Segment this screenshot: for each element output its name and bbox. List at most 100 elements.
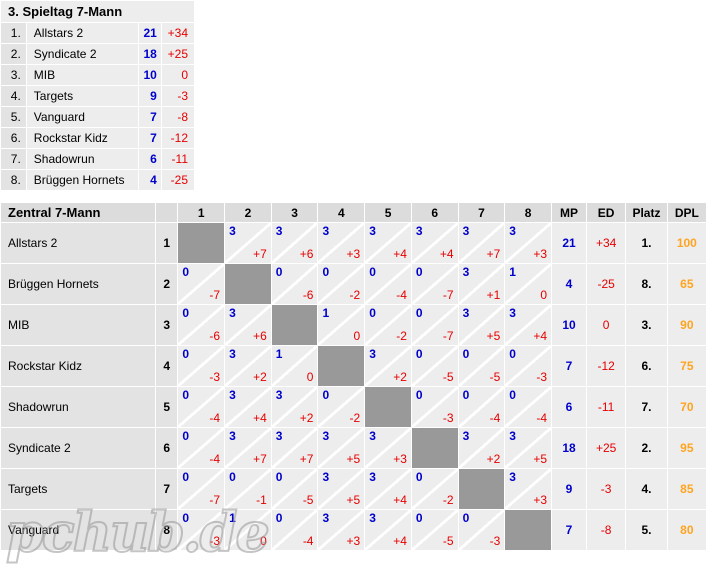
cross-table-self-cell	[458, 469, 505, 509]
cross-table-scorediff: 0	[587, 305, 626, 345]
standings-team: MIB	[26, 65, 138, 85]
standings-rank: 7.	[1, 149, 26, 169]
cross-table-result-cell: 0 -4	[271, 510, 318, 550]
cross-table-placement: 6.	[626, 346, 667, 386]
cross-table-team-name: MIB	[1, 305, 156, 345]
standings-scorediff: -8	[161, 107, 194, 127]
cell-score-difference: +3	[533, 247, 547, 261]
cross-table-team-name: Syndicate 2	[1, 428, 156, 468]
standings-scorediff: +25	[161, 44, 194, 64]
cross-table-result-cell: 0 -2	[318, 264, 365, 304]
standings-scorediff: +34	[161, 23, 194, 43]
cell-score-difference: +4	[393, 534, 407, 548]
cell-score-difference: +7	[299, 452, 314, 466]
cross-table-opponent-header-5: 5	[365, 203, 411, 222]
cell-match-points: 0	[182, 388, 190, 402]
standings-matchpoints: 9	[138, 86, 161, 106]
cross-table-result-cell: 0 -1	[225, 469, 271, 509]
cell-score-difference: -6	[209, 329, 221, 343]
cross-table-team-name: Shadowrun	[1, 387, 156, 427]
cross-table-result-cell: 0 -7	[411, 264, 458, 304]
standings-team: Allstars 2	[26, 23, 138, 43]
cell-match-points: 1	[322, 306, 330, 320]
standings-team: Syndicate 2	[26, 44, 138, 64]
standings-row: 8. Brüggen Hornets 4 -25	[1, 170, 194, 190]
standings-matchpoints: 18	[138, 44, 161, 64]
cross-table-opponent-header-4: 4	[318, 203, 365, 222]
cross-table-placement: 1.	[626, 223, 667, 263]
cross-table-result-cell: 3 +4	[365, 469, 411, 509]
cell-score-difference: +4	[533, 329, 547, 343]
cross-table-body: Allstars 2 1 3 +7 3 +6 3 +3 3 +4 3 +4 3 +7 3 +3 21 +34 1. 1…	[1, 223, 706, 550]
cross-table-result-cell: 0 -2	[318, 387, 365, 427]
cross-table-result-cell: 0 -4	[365, 264, 411, 304]
cell-match-points: 0	[275, 265, 283, 279]
cell-score-difference: -1	[256, 493, 267, 507]
cross-table-result-cell: 3 +2	[458, 428, 505, 468]
cell-match-points: 0	[182, 265, 190, 279]
cross-table-result-cell: 10	[271, 346, 318, 386]
cell-score-difference: +3	[346, 247, 361, 261]
cross-table-row: Vanguard 8 0 -3 1 0 0 -4 3 +3 3 +4 0 -5 0 -3 7 -8 5. 80	[1, 510, 706, 550]
cell-match-points: 3	[369, 429, 376, 443]
cell-score-difference: +3	[393, 452, 407, 466]
standings-scorediff: -12	[161, 128, 194, 148]
cell-match-points: 0	[369, 265, 376, 279]
cross-table-result-cell: 3 +3	[365, 428, 411, 468]
cross-table-team-index: 8	[156, 510, 178, 550]
standings-title-row: 3. Spieltag 7-Mann	[1, 1, 194, 22]
cross-table-result-cell: 3 +4	[505, 305, 551, 345]
cross-table-result-cell: 3 +5	[505, 428, 551, 468]
cell-match-points: 3	[275, 429, 283, 443]
cell-score-difference: -3	[442, 411, 454, 425]
cross-table-dpl: 70	[667, 387, 706, 427]
cross-table-opponent-header-1: 1	[178, 203, 225, 222]
cell-match-points: 0	[182, 306, 190, 320]
cell-match-points: 3	[229, 347, 236, 361]
cell-match-points: 0	[415, 306, 423, 320]
cell-match-points: 0	[275, 511, 283, 525]
cell-score-difference: -2	[396, 329, 407, 343]
cell-score-difference: -3	[209, 534, 221, 548]
cross-table-scorediff: -11	[587, 387, 626, 427]
cross-table-self-cell	[271, 305, 318, 345]
cell-match-points: 0	[182, 470, 190, 484]
cross-table-placement: 2.	[626, 428, 667, 468]
cell-match-points: 3	[322, 511, 330, 525]
cross-table-result-cell: 0 -3	[505, 346, 551, 386]
standings-scorediff: 0	[161, 65, 194, 85]
standings-matchpoints: 7	[138, 107, 161, 127]
cross-table-row: Rockstar Kidz 4 0 -3 3 +2 1 0 3 +2 0 -5 0 -5 0 -3 7 -12 6.…	[1, 346, 706, 386]
cross-table-row: Targets 7 0 -7 0 -1 0 -5 3 +5 3 +4 0 -2 3 +3 9 -3 4. 85	[1, 469, 706, 509]
cross-table-result-cell: 0 -4	[178, 428, 225, 468]
cell-score-difference: -2	[349, 411, 361, 425]
cross-table-placement: 8.	[626, 264, 667, 304]
cross-table-team-index: 7	[156, 469, 178, 509]
cross-table-matchpoints: 21	[552, 223, 586, 263]
cell-match-points: 3	[229, 224, 236, 238]
cell-score-difference: -3	[209, 370, 221, 384]
cross-table-result-cell: 3 +4	[365, 510, 411, 550]
cell-match-points: 0	[275, 470, 283, 484]
cell-score-difference: -6	[302, 288, 314, 302]
cross-table-stat-header-mp: MP	[552, 203, 586, 222]
cross-table-index-header	[156, 203, 178, 222]
cross-table-stat-header-ed: ED	[587, 203, 626, 222]
standings-rank: 3.	[1, 65, 26, 85]
cross-table-result-cell: 10	[505, 264, 551, 304]
cross-table-result-cell: 3 +3	[318, 223, 365, 263]
cell-score-difference: -4	[209, 452, 221, 466]
cross-table-matchpoints: 7	[552, 510, 586, 550]
cross-table-dpl: 100	[667, 223, 706, 263]
standings-row: 2. Syndicate 2 18 +25	[1, 44, 194, 64]
standings-matchpoints: 10	[138, 65, 161, 85]
cross-table-opponent-header-7: 7	[458, 203, 505, 222]
standings-team: Brüggen Hornets	[26, 170, 138, 190]
cross-table-row: Brüggen Hornets 2 0 -7 0 -6 0 -2 0 -4 0 -7 3 +1 1 0 4 -25…	[1, 264, 706, 304]
cross-table-result-cell: 3 +2	[365, 346, 411, 386]
cross-table-result-cell: 3 +2	[225, 346, 271, 386]
cross-table-result-cell: 3 +7	[225, 223, 271, 263]
cell-match-points: 0	[182, 347, 190, 361]
cross-table-result-cell: 3 +2	[271, 387, 318, 427]
cross-table-opponent-header-3: 3	[271, 203, 318, 222]
